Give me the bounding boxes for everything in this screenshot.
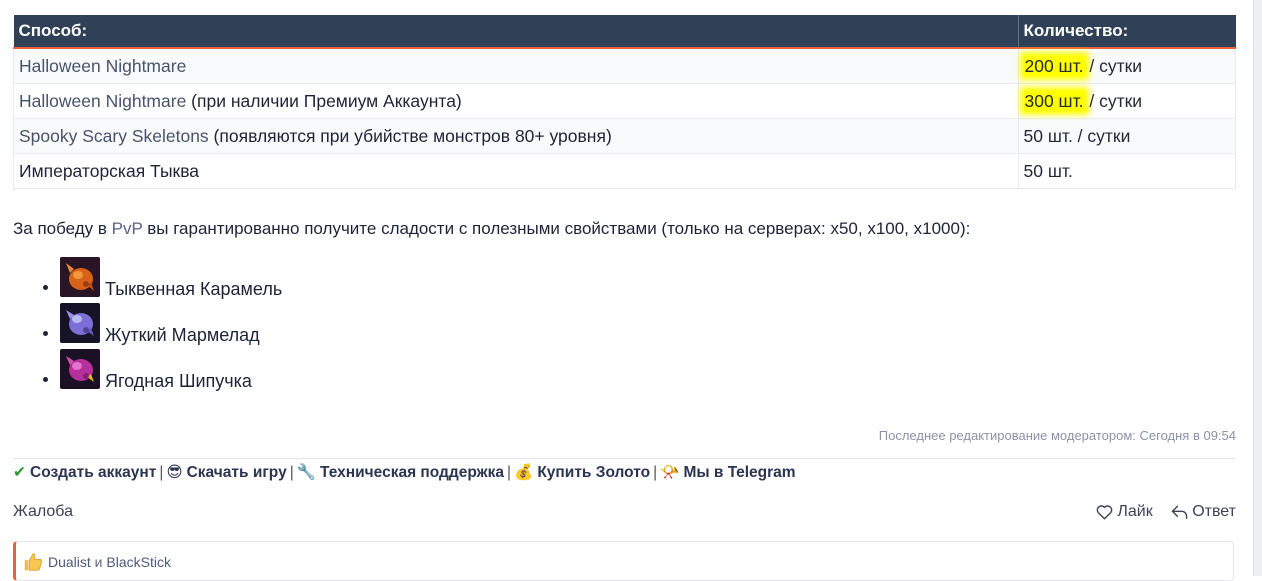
list-item: Жуткий Мармелад <box>60 303 282 349</box>
creepy-marmalade-icon[interactable] <box>60 303 100 343</box>
amount-cell: 50 шт. / сутки <box>1017 118 1236 154</box>
list-item: Тыквенная Карамель <box>60 257 282 303</box>
thumbs-up-icon <box>24 553 43 571</box>
liker-link[interactable]: Dualist <box>48 554 91 570</box>
create-account-link[interactable]: Создать аккаунт <box>30 464 156 481</box>
like-label: Лайк <box>1117 503 1153 520</box>
download-game-link[interactable]: Скачать игру <box>187 464 287 481</box>
table-row: Halloween Nightmare (при наличии Премиум… <box>13 83 1236 119</box>
amount-value: 50 шт. <box>1023 125 1073 146</box>
method-name: Императорская Тыква <box>19 160 200 181</box>
likes-names: Dualist и BlackStick <box>48 554 171 570</box>
report-link[interactable]: Жалоба <box>13 503 73 521</box>
method-name[interactable]: Halloween Nightmare <box>19 56 186 76</box>
page-scroll-edge <box>1253 0 1262 576</box>
sunglasses-icon: 😎 <box>166 464 183 481</box>
table-header-row: Способ: Количество: <box>13 15 1236 49</box>
separator: | <box>507 464 512 481</box>
table-row: Spooky Scary Skeletons (появляются при у… <box>13 118 1236 154</box>
amount-cell: 300 шт. / сутки <box>1017 83 1236 119</box>
amount-period: / сутки <box>1084 90 1143 111</box>
likes-conjunction: и <box>90 554 107 570</box>
telegram-link[interactable]: Мы в Telegram <box>683 464 795 481</box>
likes-bar: Dualist и BlackStick <box>13 541 1234 581</box>
amount-value-highlighted: 300 шт. <box>1023 90 1085 111</box>
pvp-text-suffix: вы гарантированно получите сладости с по… <box>142 219 971 238</box>
heart-icon <box>1097 505 1113 520</box>
method-name[interactable]: Halloween Nightmare <box>19 91 186 111</box>
separator: | <box>653 464 658 481</box>
method-cell: Halloween Nightmare <box>13 47 1019 84</box>
pvp-link[interactable]: PvP <box>112 219 143 238</box>
pvp-reward-paragraph: За победу в PvP вы гарантированно получи… <box>13 219 970 239</box>
post-actions: Лайк Ответ <box>1082 503 1236 525</box>
table-row: Halloween Nightmare 200 шт. / сутки <box>13 47 1236 84</box>
header-amount: Количество: <box>1017 15 1236 49</box>
candy-name: Жуткий Мармелад <box>105 325 260 345</box>
liker-link[interactable]: BlackStick <box>106 554 171 570</box>
method-name[interactable]: Spooky Scary Skeletons <box>19 126 209 146</box>
reply-button[interactable]: Ответ <box>1171 503 1236 521</box>
candy-list: Тыквенная Карамель Жуткий Мармелад <box>40 257 282 395</box>
separator: | <box>159 464 164 481</box>
amount-value: 50 шт. <box>1023 160 1073 181</box>
money-bag-icon: 💰 <box>514 464 534 481</box>
signature-links: ✔ Создать аккаунт | 😎 Скачать игру | 🔧 Техничес… <box>13 463 796 482</box>
horn-icon: 📯 <box>660 464 680 481</box>
candy-name: Тыквенная Карамель <box>105 279 283 299</box>
reply-label: Ответ <box>1192 503 1236 520</box>
amount-value-highlighted: 200 шт. <box>1023 55 1085 76</box>
method-cell: Halloween Nightmare (при наличии Премиум… <box>13 83 1019 119</box>
method-note: (появляются при убийстве монстров 80+ ур… <box>208 125 612 146</box>
pumpkin-caramel-icon[interactable] <box>60 257 100 297</box>
last-edit-note: Последнее редактирование модератором: Се… <box>878 428 1236 443</box>
candy-sources-table: Способ: Количество: Halloween Nightmare … <box>13 15 1236 189</box>
separator: | <box>289 464 294 481</box>
berry-fizz-icon[interactable] <box>60 349 100 389</box>
check-icon: ✔ <box>13 464 26 481</box>
method-cell: Императорская Тыква <box>13 153 1019 189</box>
like-button[interactable]: Лайк <box>1096 503 1153 521</box>
pvp-text-prefix: За победу в <box>13 219 112 238</box>
amount-period: / сутки <box>1072 125 1131 146</box>
tech-support-link[interactable]: Техническая поддержка <box>320 464 504 481</box>
amount-period: / сутки <box>1084 55 1143 76</box>
method-cell: Spooky Scary Skeletons (появляются при у… <box>13 118 1019 154</box>
reply-icon <box>1171 505 1188 520</box>
wrench-icon: 🔧 <box>296 464 317 481</box>
amount-cell: 50 шт. <box>1017 153 1236 189</box>
amount-cell: 200 шт. / сутки <box>1017 47 1236 84</box>
likes-summary: Dualist и BlackStick <box>22 551 171 573</box>
list-item: Ягодная Шипучка <box>60 349 282 395</box>
method-note: (при наличии Премиум Аккаунта) <box>186 90 462 111</box>
candy-name: Ягодная Шипучка <box>105 371 252 391</box>
table-row: Императорская Тыква 50 шт. <box>13 153 1236 189</box>
divider <box>13 458 1236 459</box>
buy-gold-link[interactable]: Купить Золото <box>537 464 650 481</box>
header-method: Способ: <box>13 15 1018 49</box>
